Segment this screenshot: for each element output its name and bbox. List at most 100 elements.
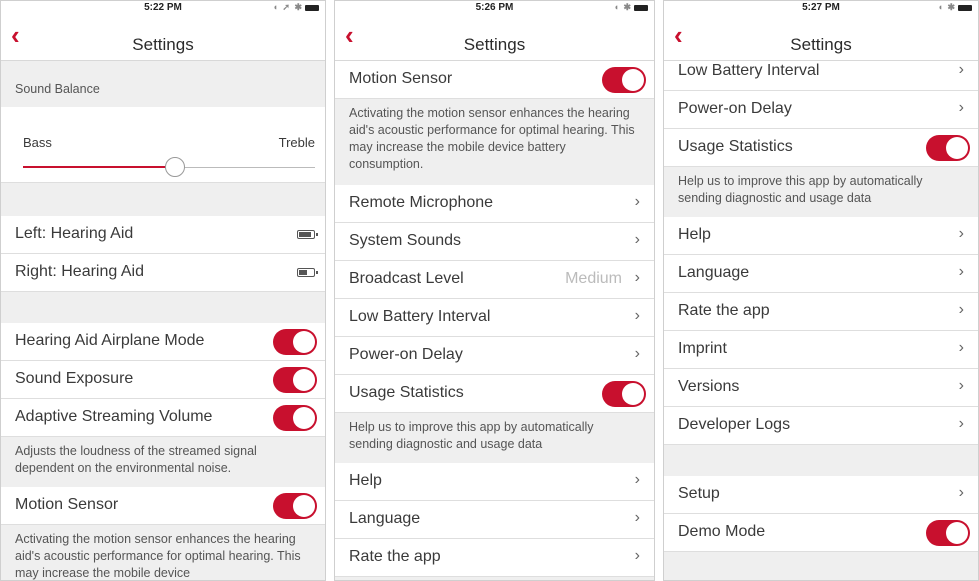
row-adaptive-streaming: Adaptive Streaming Volume bbox=[1, 399, 325, 437]
row-label: Setup bbox=[678, 485, 720, 502]
adaptive-streaming-toggle[interactable] bbox=[273, 405, 317, 431]
motion-sensor-description: Activating the motion sensor enhances th… bbox=[1, 525, 325, 580]
row-usage-statistics: Usage Statistics bbox=[664, 129, 978, 167]
usage-statistics-toggle[interactable] bbox=[602, 381, 646, 407]
chevron-right-icon: › bbox=[634, 345, 640, 362]
row-usage-statistics: Usage Statistics bbox=[335, 375, 654, 413]
row-label: Imprint bbox=[678, 340, 727, 357]
row-label: Language bbox=[678, 264, 750, 281]
slider-label-bass: Bass bbox=[23, 135, 52, 150]
row-setup[interactable]: Setup › bbox=[664, 476, 978, 514]
row-label: Hearing Aid Airplane Mode bbox=[15, 332, 205, 349]
row-label: Low Battery Interval bbox=[678, 62, 820, 79]
slider-filled-track bbox=[23, 166, 175, 168]
page-title: Settings bbox=[463, 35, 526, 54]
chevron-right-icon: › bbox=[634, 307, 640, 324]
status-bar: 5:22 PM ◖ ➚ ✱ bbox=[1, 1, 325, 15]
section-gap bbox=[1, 292, 325, 323]
battery-status-icon bbox=[958, 4, 972, 11]
chevron-right-icon: › bbox=[958, 301, 964, 318]
nav-bar: ‹ Settings bbox=[1, 15, 325, 61]
nav-bar: ‹ Settings bbox=[664, 15, 978, 61]
toggle-knob bbox=[293, 495, 315, 517]
chevron-right-icon: › bbox=[958, 99, 964, 116]
chevron-right-icon: › bbox=[634, 269, 640, 286]
motion-sensor-description: Activating the motion sensor enhances th… bbox=[335, 99, 654, 185]
row-rate-the-app[interactable]: Rate the app › bbox=[664, 293, 978, 331]
motion-sensor-toggle[interactable] bbox=[602, 67, 646, 93]
row-help[interactable]: Help › bbox=[335, 463, 654, 501]
row-left-hearing-aid[interactable]: Left: Hearing Aid bbox=[1, 216, 325, 254]
row-remote-microphone[interactable]: Remote Microphone › bbox=[335, 185, 654, 223]
chevron-right-icon: › bbox=[958, 263, 964, 280]
row-rate-the-app[interactable]: Rate the app › bbox=[335, 539, 654, 577]
row-label: Power-on Delay bbox=[678, 100, 792, 117]
row-broadcast-level[interactable]: Broadcast Level Medium › bbox=[335, 261, 654, 299]
settings-screen-2: 5:26 PM ◖ ✱ ‹ Settings Motion Sensor Act… bbox=[334, 0, 655, 581]
row-label: Motion Sensor bbox=[15, 496, 119, 513]
adaptive-streaming-description: Adjusts the loudness of the streamed sig… bbox=[1, 437, 325, 487]
row-motion-sensor: Motion Sensor bbox=[1, 487, 325, 525]
chevron-right-icon: › bbox=[958, 225, 964, 242]
row-developer-logs[interactable]: Developer Logs › bbox=[664, 407, 978, 445]
chevron-right-icon: › bbox=[958, 377, 964, 394]
status-time: 5:26 PM bbox=[475, 2, 514, 13]
toggle-knob bbox=[293, 369, 315, 391]
row-language[interactable]: Language › bbox=[664, 255, 978, 293]
status-time: 5:27 PM bbox=[802, 2, 840, 13]
row-motion-sensor: Motion Sensor bbox=[335, 61, 654, 99]
row-label: Adaptive Streaming Volume bbox=[15, 408, 213, 425]
broadcast-level-value: Medium bbox=[565, 270, 622, 287]
row-label: Right: Hearing Aid bbox=[15, 263, 144, 280]
status-icons: ◖ ➚ ✱ bbox=[272, 2, 319, 13]
chevron-right-icon: › bbox=[634, 509, 640, 526]
row-label: Remote Microphone bbox=[349, 194, 494, 211]
battery-fill bbox=[299, 232, 311, 237]
section-gap bbox=[664, 445, 978, 476]
chevron-right-icon: › bbox=[958, 61, 964, 78]
row-imprint[interactable]: Imprint › bbox=[664, 331, 978, 369]
row-label: Left: Hearing Aid bbox=[15, 225, 134, 242]
status-icons: ◖ ✱ bbox=[938, 2, 972, 13]
row-language[interactable]: Language › bbox=[335, 501, 654, 539]
settings-screen-1: 5:22 PM ◖ ➚ ✱ ‹ Settings Sound Balance B… bbox=[0, 0, 326, 581]
nav-bar: ‹ Settings bbox=[335, 15, 654, 61]
row-system-sounds[interactable]: System Sounds › bbox=[335, 223, 654, 261]
motion-sensor-toggle[interactable] bbox=[273, 493, 317, 519]
battery-icon bbox=[297, 230, 318, 239]
row-right-hearing-aid[interactable]: Right: Hearing Aid bbox=[1, 254, 325, 292]
row-demo-mode: Demo Mode bbox=[664, 514, 978, 552]
usage-statistics-toggle[interactable] bbox=[926, 135, 970, 161]
row-label: Sound Exposure bbox=[15, 370, 134, 387]
row-label: Usage Statistics bbox=[678, 138, 793, 155]
row-label: Versions bbox=[678, 378, 740, 395]
status-bar: 5:27 PM ◖ ✱ bbox=[664, 1, 978, 15]
row-versions[interactable]: Versions › bbox=[664, 369, 978, 407]
row-power-on-delay[interactable]: Power-on Delay › bbox=[335, 337, 654, 375]
toggle-knob bbox=[293, 331, 315, 353]
row-label: Rate the app bbox=[678, 302, 770, 319]
row-help[interactable]: Help › bbox=[664, 217, 978, 255]
row-low-battery-interval[interactable]: Low Battery Interval › bbox=[335, 299, 654, 337]
chevron-right-icon: › bbox=[634, 193, 640, 210]
row-label: Demo Mode bbox=[678, 523, 766, 540]
chevron-right-icon: › bbox=[634, 471, 640, 488]
row-label: Help bbox=[349, 472, 382, 489]
row-label: Developer Logs bbox=[678, 416, 791, 433]
status-icons: ◖ ✱ bbox=[614, 2, 648, 13]
sound-balance-slider-block: Bass Treble bbox=[1, 107, 325, 183]
section-gap bbox=[664, 552, 978, 580]
airplane-mode-toggle[interactable] bbox=[273, 329, 317, 355]
sound-exposure-toggle[interactable] bbox=[273, 367, 317, 393]
row-label: Help bbox=[678, 226, 711, 243]
battery-icon bbox=[297, 268, 318, 277]
row-label: Motion Sensor bbox=[349, 70, 453, 87]
toggle-knob bbox=[946, 137, 968, 159]
section-header-sound-balance: Sound Balance bbox=[1, 61, 325, 107]
usage-statistics-description: Help us to improve this app by automatic… bbox=[664, 167, 978, 217]
demo-mode-toggle[interactable] bbox=[926, 520, 970, 546]
row-label: Power-on Delay bbox=[349, 346, 463, 363]
slider-thumb[interactable] bbox=[164, 157, 185, 177]
row-power-on-delay[interactable]: Power-on Delay › bbox=[664, 91, 978, 129]
section-gap bbox=[1, 183, 325, 216]
